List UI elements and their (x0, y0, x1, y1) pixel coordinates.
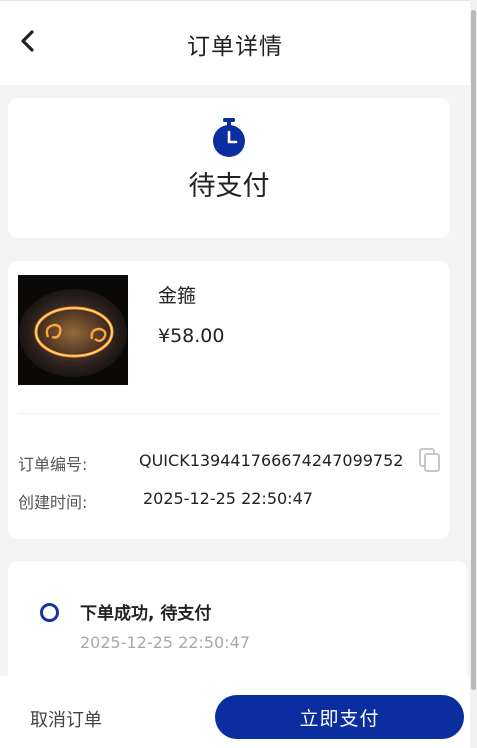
timeline-dot-icon (40, 603, 59, 622)
header-bar: 订单详情 (0, 1, 470, 85)
cancel-order-button[interactable]: 取消订单 (30, 706, 102, 732)
scrollbar[interactable] (470, 0, 477, 748)
card-divider (18, 413, 440, 414)
created-time-label: 创建时间: (18, 493, 88, 512)
order-status-text: 待支付 (188, 171, 270, 202)
created-time-value: 2025-12-25 22:50:47 (143, 489, 313, 508)
product-card: 金箍 ¥58.00 订单编号: QUICK1394417666742470997… (8, 261, 450, 539)
order-detail-page: 订单详情 待支付 金箍 ¥58.00 订单编号: QUICK1394417666… (0, 0, 477, 748)
bottom-action-bar: 取消订单 立即支付 (0, 676, 477, 748)
product-price: ¥58.00 (158, 325, 225, 347)
scrollbar-thumb[interactable] (471, 10, 476, 690)
status-card: 待支付 (8, 98, 450, 238)
product-image[interactable] (18, 275, 128, 385)
product-name: 金箍 (158, 285, 197, 307)
pay-now-button[interactable]: 立即支付 (215, 695, 464, 739)
timeline-item-time: 2025-12-25 22:50:47 (80, 633, 250, 652)
stopwatch-icon (213, 118, 245, 157)
order-number-label: 订单编号: (18, 455, 88, 474)
timeline-item-title: 下单成功, 待支付 (80, 604, 212, 624)
order-number-value: QUICK139441766674247099752 (139, 451, 404, 470)
product-image-art (18, 275, 128, 385)
page-title: 订单详情 (187, 34, 283, 60)
copy-order-number-button[interactable] (418, 447, 442, 473)
copy-icon (419, 448, 440, 472)
